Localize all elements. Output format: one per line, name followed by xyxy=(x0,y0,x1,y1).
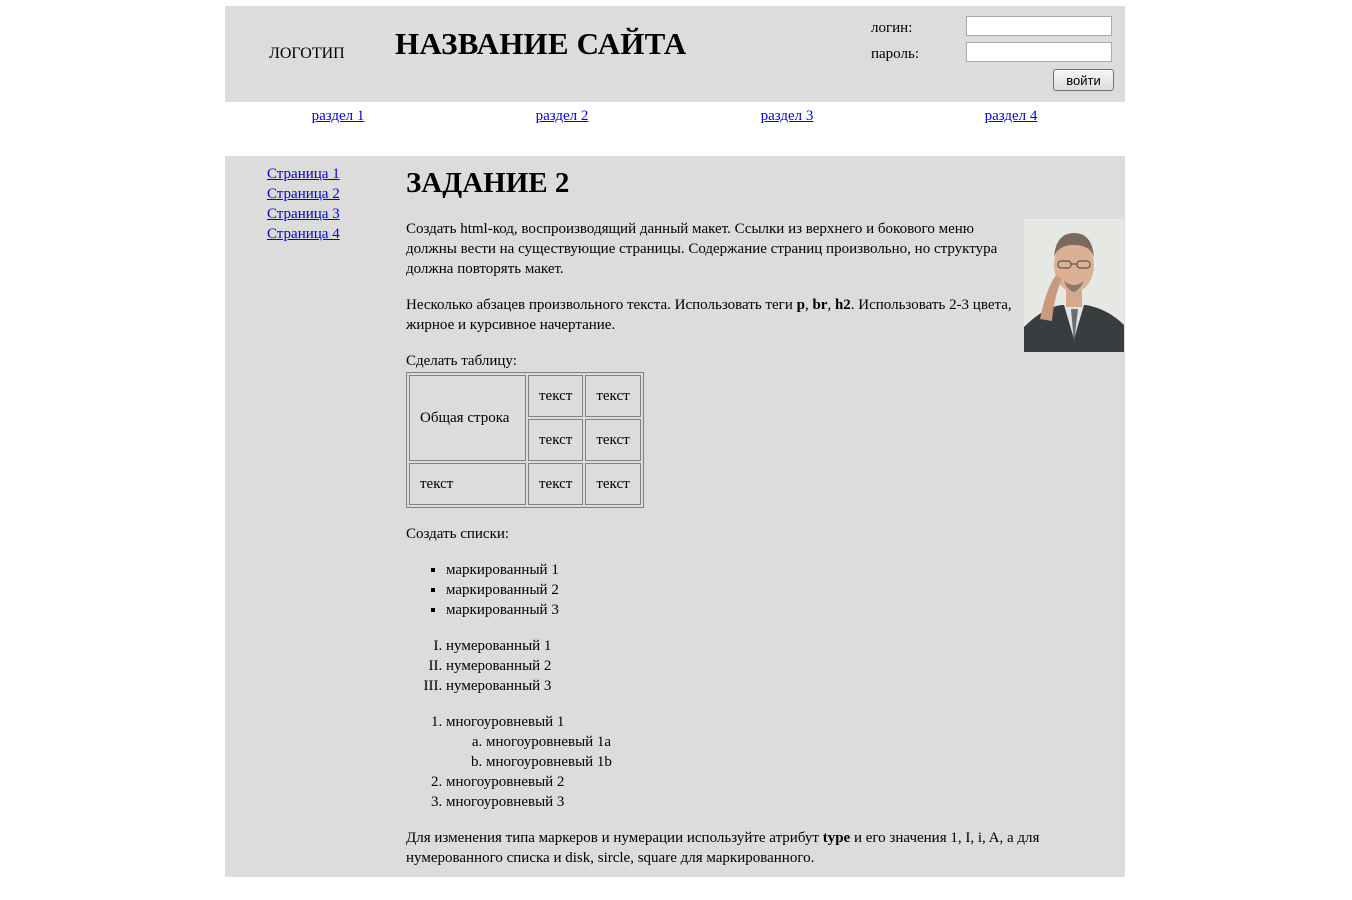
table-caption: Сделать таблицу: xyxy=(406,353,517,369)
top-nav-link-4[interactable]: раздел 4 xyxy=(951,108,1071,125)
top-nav-link-3[interactable]: раздел 3 xyxy=(727,108,847,125)
list-item: маркированный 3 xyxy=(446,600,1118,620)
table-cell: текст xyxy=(528,375,584,417)
page: ЛОГОТИП НАЗВАНИЕ САЙТА логин: пароль: во… xyxy=(225,6,1125,877)
tag-h2: h2 xyxy=(834,297,851,313)
paragraph-1-text: Создать html-код, воспроизводящий данный… xyxy=(406,221,998,277)
list-item: нумерованный 1 xyxy=(446,636,1118,656)
bulleted-list: маркированный 1 маркированный 2 маркиров… xyxy=(406,560,1118,620)
list-item: многоуровневый 2 xyxy=(446,772,1118,792)
side-nav-link-3[interactable]: Страница 3 xyxy=(267,204,340,224)
table-cell: текст xyxy=(528,419,584,461)
table-cell: текст xyxy=(528,463,584,505)
list-item: нумерованный 2 xyxy=(446,656,1118,676)
paragraph-2-text: Несколько абзацев произвольного текста. … xyxy=(406,297,797,313)
list-item: многоуровневый 1a xyxy=(486,732,1118,752)
list-item: маркированный 1 xyxy=(446,560,1118,580)
numbered-list: нумерованный 1 нумерованный 2 нумерованн… xyxy=(406,636,1118,696)
list-item: многоуровневый 1b xyxy=(486,752,1118,772)
multilevel-list: многоуровневый 1 многоуровневый 1a много… xyxy=(406,712,1118,812)
content-heading: ЗАДАНИЕ 2 xyxy=(406,167,570,199)
top-nav-link-2[interactable]: раздел 2 xyxy=(502,108,622,125)
list-item: многоуровневый 3 xyxy=(446,792,1118,812)
site-title: НАЗВАНИЕ САЙТА xyxy=(395,26,687,61)
password-input[interactable] xyxy=(966,42,1112,62)
table-cell-merged: Общая строка xyxy=(409,375,526,461)
side-nav-link-2[interactable]: Страница 2 xyxy=(267,184,340,204)
portrait-photo xyxy=(1024,219,1124,352)
password-label: пароль: xyxy=(871,46,919,62)
main-content: ЗАДАНИЕ 2 Создать html-код, воспроизводя… xyxy=(406,156,1124,868)
list-item: маркированный 2 xyxy=(446,580,1118,600)
login-input[interactable] xyxy=(966,16,1112,36)
table-cell: текст xyxy=(585,419,641,461)
list-item: нумерованный 3 xyxy=(446,676,1118,696)
logo: ЛОГОТИП xyxy=(269,45,345,62)
top-nav: раздел 1 раздел 2 раздел 3 раздел 4 xyxy=(225,102,1125,156)
side-nav-link-1[interactable]: Страница 1 xyxy=(267,164,340,184)
top-nav-link-1[interactable]: раздел 1 xyxy=(278,108,398,125)
demo-table: Общая строка текст текст текст текст тек… xyxy=(406,372,644,508)
site-header: ЛОГОТИП НАЗВАНИЕ САЙТА логин: пароль: во… xyxy=(225,6,1125,102)
multilevel-sublist: многоуровневый 1a многоуровневый 1b xyxy=(446,732,1118,772)
lists-caption: Создать списки: xyxy=(406,526,510,542)
attr-type: type xyxy=(822,830,851,846)
paragraph-1: Создать html-код, воспроизводящий данный… xyxy=(406,219,1124,352)
login-label: логин: xyxy=(871,20,913,36)
login-button[interactable]: войти xyxy=(1053,69,1114,91)
side-nav: Страница 1 Страница 2 Страница 3 Страниц… xyxy=(267,164,340,244)
tag-p: p xyxy=(796,297,805,313)
paragraph-2: Несколько абзацев произвольного текста. … xyxy=(406,295,1118,335)
footer-paragraph: Для изменения типа маркеров и нумерации … xyxy=(406,828,1118,868)
table-cell: текст xyxy=(585,375,641,417)
footer-text: Для изменения типа маркеров и нумерации … xyxy=(406,830,823,846)
page-body: Страница 1 Страница 2 Страница 3 Страниц… xyxy=(225,156,1125,877)
table-cell: текст xyxy=(409,463,526,505)
separator: , xyxy=(827,297,835,313)
side-nav-link-4[interactable]: Страница 4 xyxy=(267,224,340,244)
list-item-text: многоуровневый 1 xyxy=(446,714,565,730)
list-item: многоуровневый 1 многоуровневый 1a много… xyxy=(446,712,1118,772)
tag-br: br xyxy=(812,297,828,313)
table-cell: текст xyxy=(585,463,641,505)
